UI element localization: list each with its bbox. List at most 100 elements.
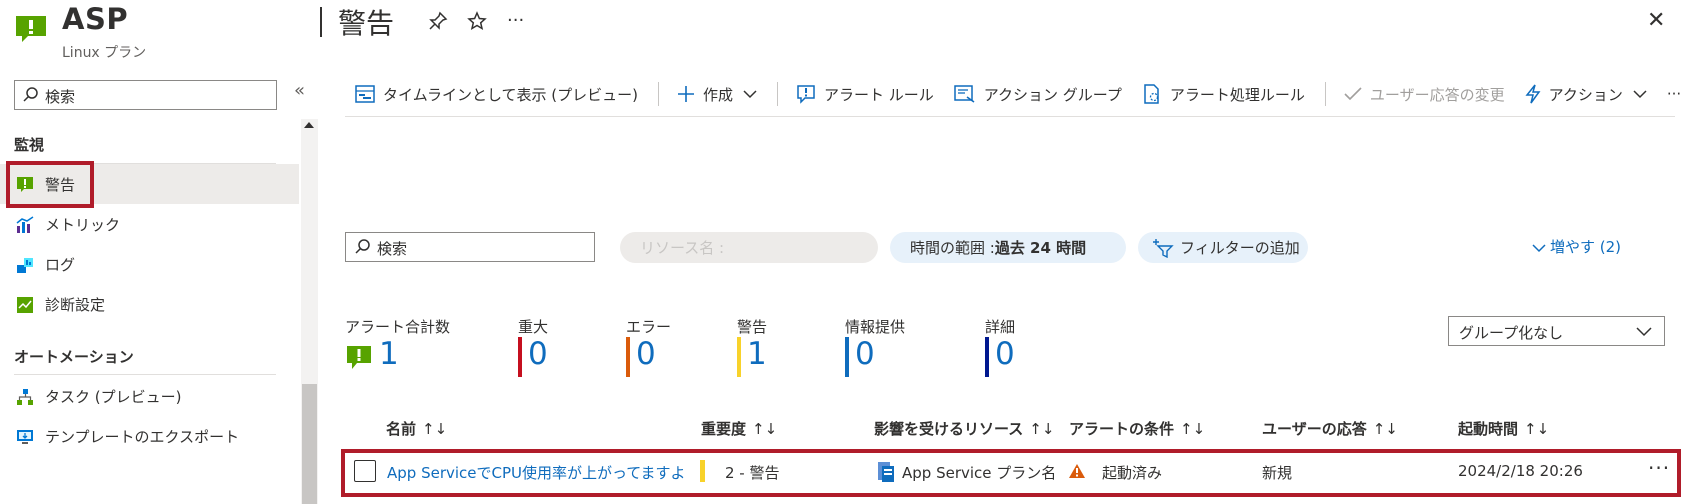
sort-icon: ↑↓ bbox=[1180, 420, 1206, 438]
severity-bar-critical bbox=[518, 337, 522, 377]
toolbar-separator bbox=[1324, 82, 1326, 106]
severity-bar-verbose bbox=[985, 337, 989, 377]
section-divider bbox=[14, 374, 276, 375]
create-button[interactable]: 作成 bbox=[677, 84, 757, 105]
severity-label-critical: 重大 bbox=[518, 318, 549, 336]
app-service-plan-icon bbox=[16, 16, 46, 42]
section-title-monitoring: 監視 bbox=[14, 136, 45, 154]
sort-icon: ↑↓ bbox=[1524, 420, 1550, 438]
column-header-affected-resource[interactable]: 影響を受けるリソース ↑↓ bbox=[874, 418, 1054, 439]
view-as-timeline-button[interactable]: タイムラインとして表示 (プレビュー) bbox=[355, 84, 638, 105]
severity-label-verbose: 詳細 bbox=[985, 318, 1016, 336]
chevron-down-icon bbox=[1636, 327, 1652, 337]
affected-resource: App Service プラン名 bbox=[902, 464, 1057, 482]
group-by-dropdown[interactable]: グループ化なし bbox=[1448, 316, 1665, 346]
row-more-icon[interactable]: ··· bbox=[1648, 456, 1670, 480]
pin-icon[interactable] bbox=[428, 11, 448, 31]
chevron-down-icon bbox=[743, 90, 757, 99]
sort-icon: ↑↓ bbox=[422, 420, 448, 438]
column-header-fired-time[interactable]: 起動時間 ↑↓ bbox=[1458, 418, 1549, 439]
increase-filters-link[interactable]: 増やす (2) bbox=[1532, 236, 1621, 257]
close-icon[interactable]: ✕ bbox=[1647, 8, 1665, 33]
chevron-down-icon bbox=[1532, 243, 1546, 252]
alert-severity: 2 - 警告 bbox=[725, 464, 780, 482]
severity-bar-warning bbox=[737, 337, 741, 377]
alert-condition: 起動済み bbox=[1102, 464, 1163, 482]
sidebar-item-logs[interactable]: ログ bbox=[0, 244, 299, 284]
column-header-severity[interactable]: 重要度 ↑↓ bbox=[701, 418, 777, 439]
favorite-star-icon[interactable] bbox=[467, 11, 487, 31]
change-user-response-label: ユーザー応答の変更 bbox=[1369, 85, 1505, 104]
action-group-icon bbox=[954, 85, 975, 103]
processing-rule-icon bbox=[1144, 84, 1159, 104]
alerts-search-placeholder: 検索 bbox=[377, 240, 408, 258]
severity-value-verbose[interactable]: 0 bbox=[995, 336, 1015, 372]
add-filter-label: フィルターの追加 bbox=[1180, 239, 1300, 257]
chevron-down-icon bbox=[1633, 90, 1647, 99]
severity-value-warning[interactable]: 1 bbox=[747, 336, 767, 372]
sidebar-item-label: 診断設定 bbox=[45, 296, 106, 314]
action-groups-label: アクション グループ bbox=[983, 85, 1122, 104]
row-checkbox[interactable] bbox=[354, 460, 376, 482]
actions-button[interactable]: アクション bbox=[1525, 84, 1647, 105]
severity-value-error[interactable]: 0 bbox=[636, 336, 656, 372]
severity-value-informational[interactable]: 0 bbox=[855, 336, 875, 372]
increase-filters-label: 増やす (2) bbox=[1550, 238, 1622, 256]
time-range-label: 時間の範囲 : bbox=[910, 239, 995, 257]
section-title-automation: オートメーション bbox=[14, 348, 134, 366]
sidebar-item-metrics[interactable]: メトリック bbox=[0, 204, 299, 244]
sidebar-item-label: ログ bbox=[45, 256, 76, 274]
toolbar-separator bbox=[777, 82, 778, 106]
alert-processing-rules-button[interactable]: アラート処理ルール bbox=[1142, 84, 1305, 105]
column-header-alert-condition[interactable]: アラートの条件 ↑↓ bbox=[1069, 418, 1205, 439]
checkmark-icon bbox=[1344, 87, 1362, 101]
sidebar-item-label: メトリック bbox=[45, 216, 121, 234]
actions-label: アクション bbox=[1548, 85, 1623, 104]
toolbar-divider bbox=[345, 116, 1675, 117]
fired-time: 2024/2/18 20:26 bbox=[1458, 462, 1583, 480]
severity-bar-informational bbox=[845, 337, 849, 377]
column-header-user-response[interactable]: ユーザーの応答 ↑↓ bbox=[1262, 418, 1398, 439]
add-filter-icon bbox=[1153, 238, 1174, 258]
alerts-search-input[interactable]: 検索 bbox=[345, 232, 595, 262]
user-response: 新規 bbox=[1262, 464, 1293, 482]
column-header-name[interactable]: 名前 ↑↓ bbox=[386, 418, 447, 439]
scrollbar-thumb[interactable] bbox=[302, 384, 317, 504]
app-service-plan-icon bbox=[878, 462, 894, 482]
sidebar-item-export-template[interactable]: テンプレートのエクスポート bbox=[0, 416, 299, 456]
page-title: 警告 bbox=[338, 7, 395, 40]
total-alerts-value[interactable]: 1 bbox=[379, 336, 399, 372]
resource-name-filter[interactable]: リソース名 : bbox=[620, 232, 878, 263]
more-options-icon[interactable]: ··· bbox=[507, 10, 524, 31]
search-icon bbox=[355, 239, 370, 254]
add-filter-button[interactable]: フィルターの追加 bbox=[1138, 232, 1308, 263]
export-template-icon bbox=[17, 430, 33, 444]
alert-name-link[interactable]: App ServiceでCPU使用率が上がってますよ bbox=[387, 462, 686, 483]
severity-label-informational: 情報提供 bbox=[845, 318, 906, 336]
scroll-up-icon[interactable] bbox=[304, 122, 314, 128]
severity-label-error: エラー bbox=[626, 318, 672, 336]
app-subtitle: Linux プラン bbox=[62, 45, 147, 61]
create-label: 作成 bbox=[702, 85, 733, 104]
severity-value-critical[interactable]: 0 bbox=[528, 336, 548, 372]
plus-icon bbox=[677, 86, 694, 102]
toolbar-separator bbox=[657, 82, 659, 106]
command-toolbar: タイムラインとして表示 (プレビュー) 作成 アラート ルール アクション グル… bbox=[355, 80, 1684, 108]
time-range-filter[interactable]: 時間の範囲 : 過去 24 時間 bbox=[890, 232, 1126, 263]
metrics-icon bbox=[16, 216, 34, 233]
sidebar-search-input[interactable]: 検索 bbox=[14, 80, 277, 110]
alert-rules-button[interactable]: アラート ルール bbox=[796, 84, 934, 105]
sidebar-item-diagnostic-settings[interactable]: 診断設定 bbox=[0, 284, 299, 324]
collapse-sidebar-icon[interactable]: « bbox=[294, 80, 305, 101]
logs-icon bbox=[17, 258, 33, 273]
sidebar-item-tasks[interactable]: タスク (プレビュー) bbox=[0, 376, 299, 416]
alert-icon bbox=[347, 346, 371, 369]
alert-rules-label: アラート ルール bbox=[824, 85, 934, 104]
sort-icon: ↑↓ bbox=[752, 420, 778, 438]
sort-icon: ↑↓ bbox=[1372, 420, 1398, 438]
toolbar-more-icon[interactable]: ··· bbox=[1667, 85, 1681, 103]
change-user-response-button[interactable]: ユーザー応答の変更 bbox=[1344, 84, 1505, 105]
alert-rule-icon bbox=[797, 85, 815, 104]
warning-icon bbox=[1069, 464, 1085, 478]
action-groups-button[interactable]: アクション グループ bbox=[954, 84, 1122, 105]
